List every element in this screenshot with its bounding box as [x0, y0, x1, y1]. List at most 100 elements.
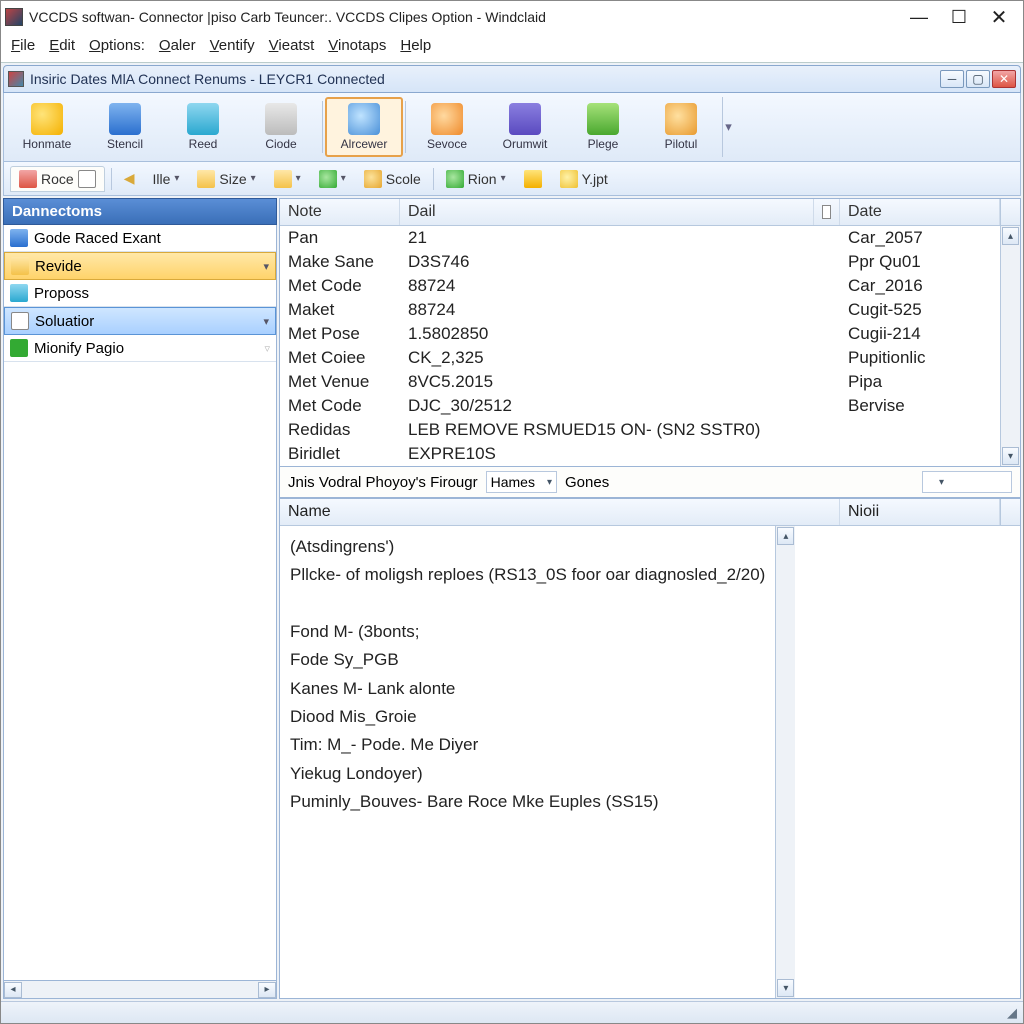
module-icon [10, 229, 28, 247]
lower-grid: Name Nioii (Atsdingrens')Pllcke- of moli… [279, 498, 1021, 999]
t2-size[interactable]: Size [191, 168, 261, 190]
tbtn-orumwit[interactable]: Orumwit [486, 97, 564, 157]
tab-roce[interactable]: Roce [10, 166, 105, 192]
child-app-icon [8, 71, 24, 87]
list-item[interactable] [290, 591, 765, 617]
tbtn-reed[interactable]: Reed [164, 97, 242, 157]
table-row[interactable]: Make SaneD3S746Ppr Qu01 [280, 250, 1000, 274]
filter-bar: Jnis Vodral Phoyoy's Firougr Hames Gones [279, 467, 1021, 498]
menu-edit[interactable]: Edit [49, 37, 75, 54]
sidebar: Dannectoms Gode Raced Exant Revide▾ Prop… [3, 198, 277, 999]
tbtn-plege[interactable]: Plege [564, 97, 642, 157]
menubar: File Edit Options: Oaler Ventify Vieatst… [1, 33, 1023, 62]
green-dot-icon [319, 170, 337, 188]
resize-grip-icon[interactable]: ◢ [1007, 1005, 1017, 1021]
chevron-down-icon: ▾ [263, 315, 269, 328]
maximize-button[interactable]: ☐ [949, 7, 969, 27]
col-nioii[interactable]: Nioii [840, 499, 1000, 525]
tbtn-sevoce[interactable]: Sevoce [408, 97, 486, 157]
sidebar-item-mionify[interactable]: Mionify Pagio▿ [4, 335, 276, 362]
child-titlebar: Insiric Dates MlA Connect Renums - LEYCR… [3, 65, 1021, 93]
tbtn-honmate[interactable]: Honmate [8, 97, 86, 157]
lower-grid-vscrollbar[interactable]: ▴ ▾ [775, 526, 795, 998]
child-close-button[interactable]: ✕ [992, 70, 1016, 88]
t2-green[interactable] [313, 168, 352, 190]
table-row[interactable]: Met Venue8VC5.2015Pipa [280, 370, 1000, 394]
t2-back[interactable]: ◀ [118, 168, 141, 189]
table-row[interactable]: Met CodeDJC_30/2512Bervise [280, 394, 1000, 418]
upper-grid-vscrollbar[interactable]: ▴ ▾ [1000, 226, 1020, 466]
sidebar-item-soluatior[interactable]: Soluatior▾ [4, 307, 276, 335]
chevron-down-icon: ▾ [263, 260, 269, 273]
filter-label: Jnis Vodral Phoyoy's Firougr [288, 474, 478, 491]
document-icon [265, 103, 297, 135]
table-row[interactable]: Met Code88724Car_2016 [280, 274, 1000, 298]
table-row[interactable]: Met Pose1.5802850Cugii-214 [280, 322, 1000, 346]
toolbar-overflow[interactable]: ▾ [722, 97, 734, 157]
tbtn-alrcewer[interactable]: Alrcewer [325, 97, 403, 157]
gear-icon [665, 103, 697, 135]
t2-rion[interactable]: Rion [440, 168, 512, 190]
menu-file[interactable]: File [11, 37, 35, 54]
col-dail[interactable]: Dail [400, 199, 814, 225]
folder-icon [197, 170, 215, 188]
list-item[interactable]: Puminly_Bouves- Bare Roce Mke Euples (SS… [290, 789, 765, 815]
scroll-left-button[interactable]: ◂ [4, 982, 22, 998]
upper-grid-header: Note Dail Date [280, 199, 1020, 226]
col-name[interactable]: Name [280, 499, 840, 525]
menu-vieatst[interactable]: Vieatst [269, 37, 315, 54]
list-item[interactable]: Kanes M- Lank alonte [290, 676, 765, 702]
list-item[interactable]: Yiekug Londoyer) [290, 761, 765, 787]
lower-grid-body[interactable]: (Atsdingrens')Pllcke- of moligsh reploes… [280, 526, 775, 998]
sidebar-item-revide[interactable]: Revide▾ [4, 252, 276, 280]
minimize-button[interactable]: — [909, 7, 929, 27]
list-item[interactable]: (Atsdingrens') [290, 534, 765, 560]
menu-ventify[interactable]: Ventify [210, 37, 255, 54]
list-item[interactable]: Tim: M_- Pode. Me Diyer [290, 732, 765, 758]
menu-help[interactable]: Help [400, 37, 431, 54]
child-minimize-button[interactable]: ─ [940, 70, 964, 88]
scroll-right-button[interactable]: ▸ [258, 982, 276, 998]
t2-ille[interactable]: Ille [146, 169, 185, 189]
menu-oaler[interactable]: Oaler [159, 37, 196, 54]
sidebar-item-proposs[interactable]: Proposs [4, 280, 276, 307]
list-icon [187, 103, 219, 135]
sidebar-hscrollbar[interactable]: ◂ ▸ [3, 981, 277, 999]
tab-icon [19, 170, 37, 188]
t2-scole[interactable]: Scole [358, 168, 427, 190]
tbtn-ciode[interactable]: Ciode [242, 97, 320, 157]
table-row[interactable]: RedidasLEB REMOVE RSMUED15 ON- (SN2 SSTR… [280, 418, 1000, 442]
menu-vinotaps[interactable]: Vinotaps [328, 37, 386, 54]
scroll-up-button[interactable]: ▴ [777, 527, 794, 545]
t2-cal[interactable] [268, 168, 307, 190]
col-date[interactable]: Date [840, 199, 1000, 225]
col-check[interactable] [814, 199, 840, 225]
scroll-down-button[interactable]: ▾ [777, 979, 794, 997]
table-row[interactable]: Met CoieeCK_2,325Pupitionlic [280, 346, 1000, 370]
warning-icon [524, 170, 542, 188]
list-item[interactable]: Fode Sy_PGB [290, 647, 765, 673]
col-note[interactable]: Note [280, 199, 400, 225]
t2-warn[interactable] [518, 168, 548, 190]
list-item[interactable]: Diood Mis_Groie [290, 704, 765, 730]
list-item[interactable]: Fond M- (3bonts; [290, 619, 765, 645]
filter-combo-hames[interactable]: Hames [486, 471, 557, 493]
tbtn-pilotul[interactable]: Pilotul [642, 97, 720, 157]
scroll-down-button[interactable]: ▾ [1002, 447, 1019, 465]
list-item[interactable]: Pllcke- of moligsh reploes (RS13_0S foor… [290, 562, 765, 588]
calendar-icon [274, 170, 292, 188]
close-button[interactable]: ✕ [989, 7, 1009, 27]
table-row[interactable]: Maket88724Cugit-525 [280, 298, 1000, 322]
monitor-icon [109, 103, 141, 135]
tbtn-stencil[interactable]: Stencil [86, 97, 164, 157]
child-maximize-button[interactable]: ▢ [966, 70, 990, 88]
table-row[interactable]: BiridletEXPRE10S [280, 442, 1000, 466]
sidebar-item-gode[interactable]: Gode Raced Exant [4, 225, 276, 252]
t2-yjpt[interactable]: Y.jpt [554, 168, 614, 190]
table-row[interactable]: Pan21Car_2057 [280, 226, 1000, 250]
statusbar: ◢ [1, 1001, 1023, 1023]
menu-options[interactable]: Options: [89, 37, 145, 54]
scroll-up-button[interactable]: ▴ [1002, 227, 1019, 245]
filter-combo-empty[interactable] [922, 471, 1012, 493]
chevron-down-disabled-icon: ▿ [264, 342, 270, 355]
